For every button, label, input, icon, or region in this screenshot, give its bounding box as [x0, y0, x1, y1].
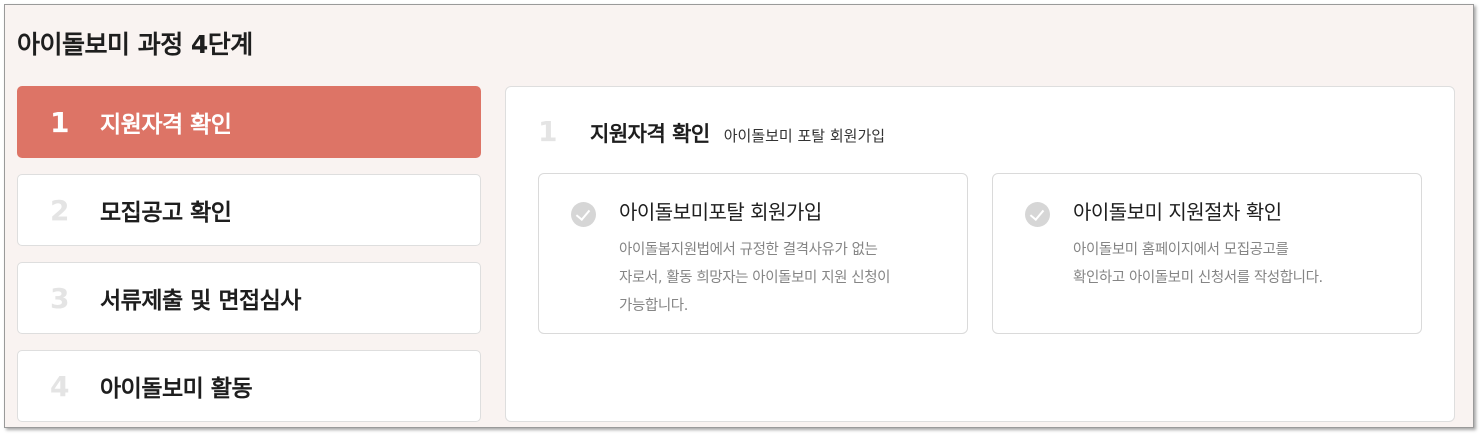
info-card-portal-signup: 아이돌보미포탈 회원가입 아이돌봄지원법에서 규정한 결격사유가 없는 자로서,…	[538, 173, 968, 334]
step-tab-4[interactable]: 4 아이돌보미 활동	[17, 350, 481, 422]
step-label: 지원자격 확인	[100, 112, 232, 138]
page-title: 아이돌보미 과정 4단계	[17, 30, 253, 59]
detail-title: 지원자격 확인	[590, 122, 710, 146]
detail-subtitle: 아이돌보미 포탈 회원가입	[723, 127, 886, 145]
detail-step-number: 1	[538, 115, 558, 148]
card-description-line: 확인하고 아이돌보미 신청서를 작성합니다.	[1073, 270, 1323, 286]
card-description: 아이돌봄지원법에서 규정한 결격사유가 없는 자로서, 활동 희망자는 아이돌보…	[619, 236, 955, 320]
card-description: 아이돌보미 홈페이지에서 모집공고를 확인하고 아이돌보미 신청서를 작성합니다…	[1073, 236, 1409, 292]
info-card-application-process: 아이돌보미 지원절차 확인 아이돌보미 홈페이지에서 모집공고를 확인하고 아이…	[992, 173, 1422, 334]
step-number: 1	[50, 105, 70, 139]
step-tab-2[interactable]: 2 모집공고 확인	[17, 174, 481, 246]
detail-header: 1 지원자격 확인 아이돌보미 포탈 회원가입	[538, 115, 885, 148]
step-tab-3[interactable]: 3 서류제출 및 면접심사	[17, 262, 481, 334]
step-number: 3	[50, 281, 70, 315]
check-circle-icon	[571, 202, 596, 227]
step-detail-panel: 1 지원자격 확인 아이돌보미 포탈 회원가입 아이돌보미포탈 회원가입 아이돌…	[505, 86, 1455, 422]
process-section: 아이돌보미 과정 4단계 1 지원자격 확인 2 모집공고 확인 3 서류제출 …	[4, 4, 1474, 428]
step-label: 모집공고 확인	[100, 200, 232, 226]
step-label: 서류제출 및 면접심사	[100, 288, 301, 314]
step-tab-1[interactable]: 1 지원자격 확인	[17, 86, 481, 158]
step-number: 2	[50, 193, 70, 227]
card-description-line: 자로서, 활동 희망자는 아이돌보미 지원 신청이	[619, 270, 891, 286]
check-circle-icon	[1025, 202, 1050, 227]
step-label: 아이돌보미 활동	[100, 376, 253, 402]
card-title: 아이돌보미 지원절차 확인	[1073, 200, 1282, 224]
card-description-line: 가능합니다.	[619, 298, 688, 314]
card-description-line: 아이돌봄지원법에서 규정한 결격사유가 없는	[619, 242, 878, 258]
step-number: 4	[50, 369, 70, 403]
card-description-line: 아이돌보미 홈페이지에서 모집공고를	[1073, 242, 1289, 258]
step-list: 1 지원자격 확인 2 모집공고 확인 3 서류제출 및 면접심사 4 아이돌보…	[17, 86, 481, 427]
card-title: 아이돌보미포탈 회원가입	[619, 200, 822, 224]
